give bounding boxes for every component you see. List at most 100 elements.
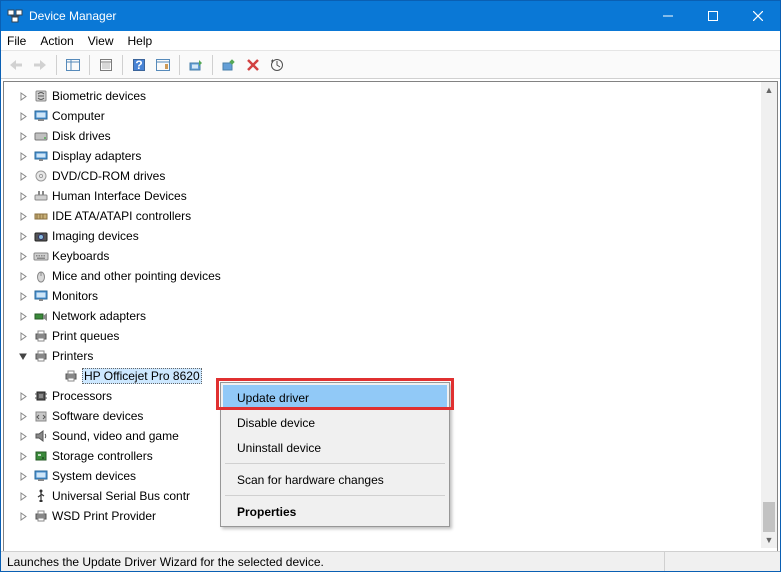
device-category-icon [32, 308, 50, 324]
chevron-right-icon[interactable] [16, 409, 30, 423]
tree-node[interactable]: Disk drives [4, 126, 777, 146]
tree-node-label: Computer [52, 109, 105, 123]
chevron-right-icon[interactable] [16, 249, 30, 263]
tree-node[interactable]: Computer [4, 106, 777, 126]
tree-node-label: Sound, video and game [52, 429, 179, 443]
context-scan-hardware[interactable]: Scan for hardware changes [223, 467, 447, 492]
chevron-right-icon[interactable] [16, 109, 30, 123]
device-category-icon [32, 248, 50, 264]
chevron-right-icon[interactable] [16, 489, 30, 503]
context-disable-device[interactable]: Disable device [223, 410, 447, 435]
chevron-right-icon[interactable] [16, 429, 30, 443]
chevron-right-icon[interactable] [16, 389, 30, 403]
tree-node[interactable]: Monitors [4, 286, 777, 306]
tree-node[interactable]: IDE ATA/ATAPI controllers [4, 206, 777, 226]
tree-node[interactable]: Display adapters [4, 146, 777, 166]
update-driver-button[interactable] [185, 54, 207, 76]
chevron-right-icon[interactable] [16, 509, 30, 523]
context-separator [225, 463, 445, 464]
tree-node[interactable]: Network adapters [4, 306, 777, 326]
menu-file[interactable]: File [7, 34, 26, 48]
scan-hardware-button[interactable] [266, 54, 288, 76]
show-hide-tree-button[interactable] [62, 54, 84, 76]
device-category-icon [32, 228, 50, 244]
tree-node-label: Display adapters [52, 149, 141, 163]
tree-node-label: Keyboards [52, 249, 109, 263]
chevron-right-icon[interactable] [16, 189, 30, 203]
menubar: File Action View Help [1, 31, 780, 51]
tree-node-label: Storage controllers [52, 449, 153, 463]
menu-action[interactable]: Action [40, 34, 73, 48]
chevron-right-icon[interactable] [16, 169, 30, 183]
context-properties[interactable]: Properties [223, 499, 447, 524]
tree-node[interactable]: Printers [4, 346, 777, 366]
scroll-up-arrow[interactable]: ▲ [761, 82, 777, 98]
chevron-right-icon[interactable] [16, 449, 30, 463]
action-panel-button[interactable] [152, 54, 174, 76]
back-button [5, 54, 27, 76]
vertical-scrollbar[interactable]: ▲ ▼ [761, 82, 777, 548]
tree-node[interactable]: Human Interface Devices [4, 186, 777, 206]
chevron-right-icon[interactable] [16, 469, 30, 483]
tree-node[interactable]: Keyboards [4, 246, 777, 266]
help-button[interactable]: ? [128, 54, 150, 76]
chevron-down-icon[interactable] [16, 349, 30, 363]
properties-button[interactable] [95, 54, 117, 76]
chevron-right-icon[interactable] [16, 309, 30, 323]
device-category-icon [32, 268, 50, 284]
context-update-driver[interactable]: Update driver [223, 385, 447, 410]
context-uninstall-device[interactable]: Uninstall device [223, 435, 447, 460]
chevron-right-icon[interactable] [16, 229, 30, 243]
status-pane [664, 552, 774, 571]
tree-node-label: Universal Serial Bus contr [52, 489, 190, 503]
chevron-right-icon[interactable] [16, 89, 30, 103]
tree-node-label: Processors [52, 389, 112, 403]
tree-node-label: DVD/CD-ROM drives [52, 169, 165, 183]
chevron-right-icon[interactable] [16, 209, 30, 223]
context-menu: Update driver Disable device Uninstall d… [220, 382, 450, 527]
chevron-right-icon[interactable] [16, 149, 30, 163]
menu-view[interactable]: View [88, 34, 114, 48]
device-icon [62, 368, 80, 384]
svg-text:?: ? [135, 58, 142, 72]
chevron-right-icon[interactable] [16, 129, 30, 143]
chevron-right-icon[interactable] [16, 289, 30, 303]
tree-node[interactable]: Mice and other pointing devices [4, 266, 777, 286]
device-category-icon [32, 208, 50, 224]
toolbar: ? [1, 51, 780, 79]
tree-node-label: Network adapters [52, 309, 146, 323]
maximize-button[interactable] [690, 1, 735, 31]
tree-node[interactable]: Print queues [4, 326, 777, 346]
device-category-icon [32, 408, 50, 424]
context-separator [225, 495, 445, 496]
device-category-icon [32, 108, 50, 124]
scroll-thumb[interactable] [763, 502, 775, 532]
statusbar: Launches the Update Driver Wizard for th… [1, 551, 780, 571]
app-icon [7, 8, 23, 24]
chevron-right-icon[interactable] [16, 269, 30, 283]
tree-node-label: IDE ATA/ATAPI controllers [52, 209, 191, 223]
status-text: Launches the Update Driver Wizard for th… [7, 555, 324, 569]
close-button[interactable] [735, 1, 780, 31]
tree-node-label: WSD Print Provider [52, 509, 156, 523]
tree-node-label: Mice and other pointing devices [52, 269, 221, 283]
forward-button [29, 54, 51, 76]
tree-node[interactable]: DVD/CD-ROM drives [4, 166, 777, 186]
tree-container: Biometric devices Computer Disk drives Disp… [1, 79, 780, 551]
tree-node[interactable]: Imaging devices [4, 226, 777, 246]
minimize-button[interactable] [645, 1, 690, 31]
menu-help[interactable]: Help [128, 34, 153, 48]
device-category-icon [32, 508, 50, 524]
device-category-icon [32, 88, 50, 104]
device-category-icon [32, 128, 50, 144]
device-category-icon [32, 288, 50, 304]
tree-node-label: Printers [52, 349, 93, 363]
chevron-right-icon[interactable] [16, 329, 30, 343]
disable-device-button[interactable] [218, 54, 240, 76]
tree-node[interactable]: Biometric devices [4, 86, 777, 106]
device-category-icon [32, 188, 50, 204]
tree-node-label: Software devices [52, 409, 143, 423]
device-category-icon [32, 348, 50, 364]
scroll-down-arrow[interactable]: ▼ [761, 532, 777, 548]
uninstall-device-button[interactable] [242, 54, 264, 76]
